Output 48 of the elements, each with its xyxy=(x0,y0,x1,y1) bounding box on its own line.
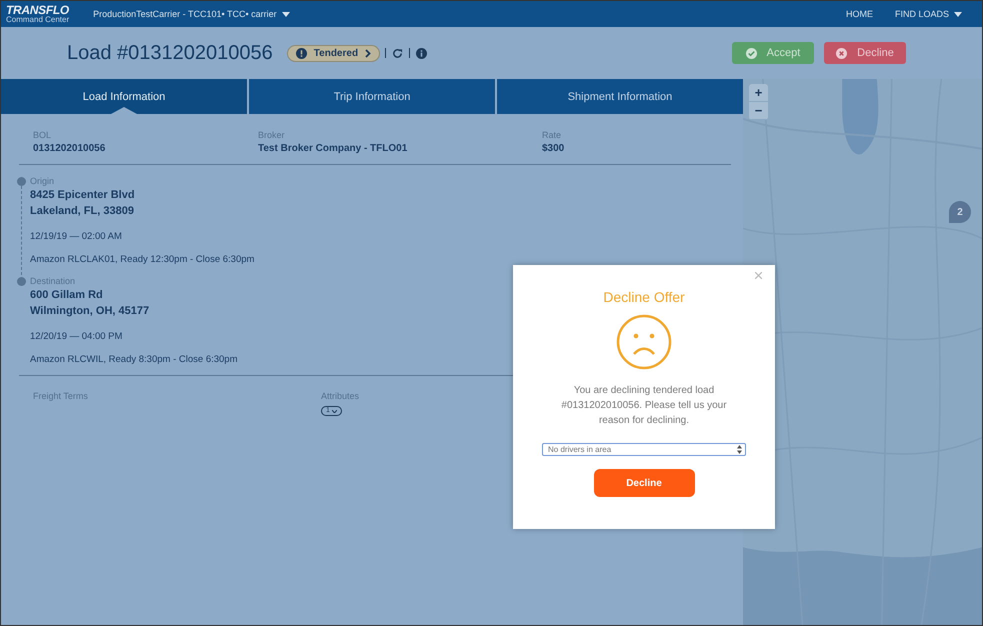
address-line: 600 Gillam Rd xyxy=(30,288,104,303)
logo-title: TRANSFLO xyxy=(6,4,70,16)
stop-label: Origin xyxy=(30,175,56,187)
field-label: BOL xyxy=(33,129,52,141)
field-label: Freight Terms xyxy=(33,390,88,402)
address-line: Wilmington, OH, 45177 xyxy=(30,304,150,319)
decline-button[interactable]: Decline xyxy=(594,469,694,497)
account-dropdown[interactable]: ProductionTestCarrier - TCC101• TCC• carrier xyxy=(93,9,290,19)
chevron-icon xyxy=(365,48,372,58)
logo-subtitle: Command Center xyxy=(6,16,70,24)
caret-icon xyxy=(282,12,290,16)
address-line: Lakeland, FL, 33809 xyxy=(30,204,135,219)
check-icon xyxy=(746,48,757,58)
close-icon[interactable] xyxy=(755,272,762,279)
alert-icon xyxy=(296,48,307,58)
zoom-button[interactable]: − xyxy=(749,102,768,120)
stop-dot-icon xyxy=(16,277,26,286)
status-pill[interactable]: Tendered xyxy=(286,44,380,62)
reason-select[interactable]: No drivers in area xyxy=(542,443,746,456)
tab[interactable]: Load Information xyxy=(1,79,247,114)
field-value: $300 xyxy=(542,143,566,154)
info-icon xyxy=(416,48,428,58)
field-label: Broker xyxy=(258,129,286,141)
load-title: Load #0131202010056 xyxy=(67,42,273,64)
stop-dot-icon xyxy=(16,177,26,186)
decline-button[interactable]: Decline xyxy=(824,42,906,64)
zoom-button[interactable]: + xyxy=(749,84,768,102)
close-circle-icon xyxy=(836,48,848,58)
stop-datetime: 12/19/19 — 02:00 AM xyxy=(30,231,123,242)
field-label: Attributes xyxy=(321,390,360,402)
stop-note: Amazon RLCWIL, Ready 8:30pm - Close 6:30pm xyxy=(30,354,238,365)
address-line: 8425 Epicenter Blvd xyxy=(30,188,136,203)
stop-label: Destination xyxy=(30,275,76,287)
dialog-message: You are declining tendered load #0131202010056. Please tell us your reason for declining. xyxy=(560,384,728,428)
field-value: 0131202010056 xyxy=(33,143,106,154)
caret-icon xyxy=(954,12,962,16)
dialog-title: Decline Offer xyxy=(603,289,685,305)
stop-note: Amazon RLCLAK01, Ready 12:30pm - Close 6:30pm xyxy=(30,254,254,265)
nav-link[interactable]: HOME xyxy=(846,9,873,19)
chevron-down-icon xyxy=(332,410,337,412)
stop-datetime: 12/20/19 — 04:00 PM xyxy=(30,331,124,342)
field-label: Rate xyxy=(542,129,562,141)
field-value: Test Broker Company - TFLO01 xyxy=(258,143,408,154)
refresh-icon xyxy=(392,48,404,58)
nav-link[interactable]: FIND LOADS xyxy=(894,9,962,19)
tab[interactable]: Shipment Information xyxy=(497,79,743,114)
sad-face-icon xyxy=(616,314,672,370)
tab[interactable]: Trip Information xyxy=(249,79,495,114)
